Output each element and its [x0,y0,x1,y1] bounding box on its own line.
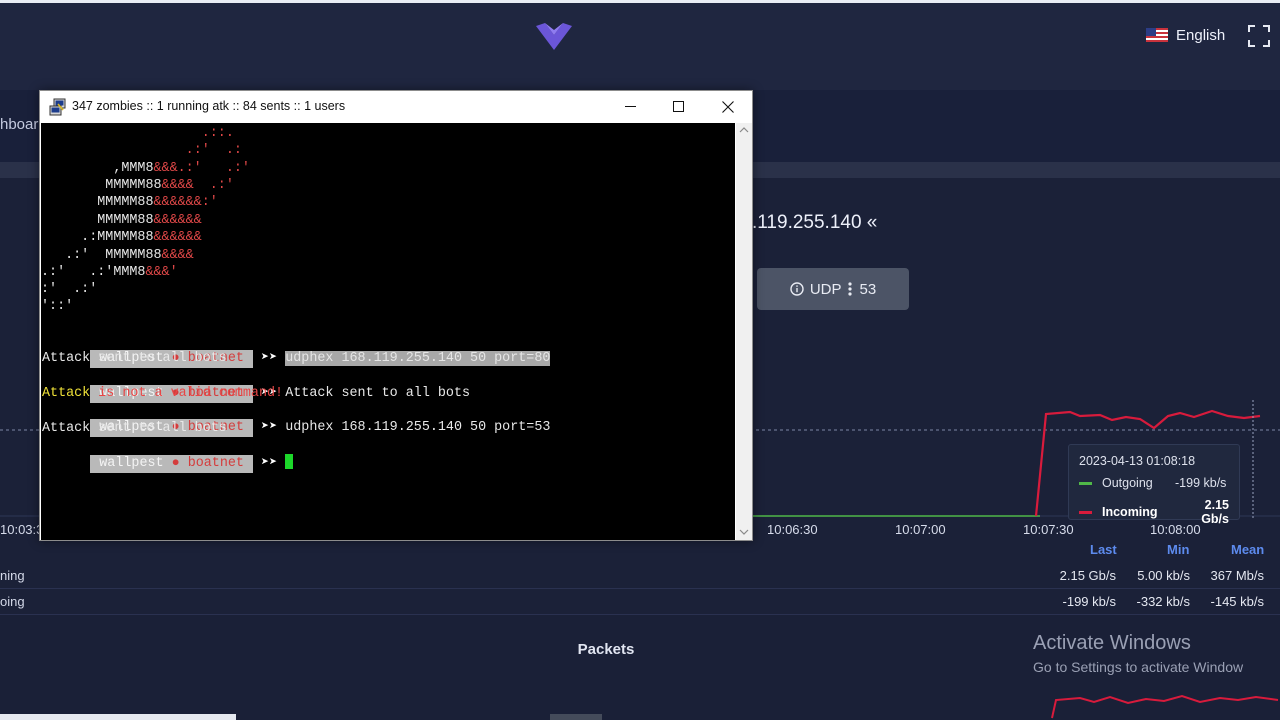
kebab-icon [848,282,853,296]
ascii-art-line: .:' MMMMM88&&&& [41,248,194,263]
command-line: wallpest ● boatnet ➤➤ Attack sent to all… [42,368,470,403]
watermark-subtitle: Go to Settings to activate Window [1033,659,1244,675]
outgoing-swatch [1079,481,1092,485]
ascii-art-line: MMMMM88&&&&&&:' [41,195,218,210]
logo-icon [536,23,572,50]
close-button[interactable] [705,91,751,122]
x-tick: 10:03:3 [0,522,44,537]
tooltip-time: 2023-04-13 01:08:18 [1079,454,1196,468]
putty-icon [49,98,66,116]
minimize-button[interactable] [607,91,653,122]
watermark-title: Activate Windows [1033,632,1191,654]
terminal-title: 347 zombies :: 1 running atk :: 84 sents… [72,99,346,113]
packets-chart [1051,694,1279,719]
method-badge: UDP 53 [757,268,909,310]
stats-header-min[interactable]: Min [1167,542,1189,557]
ascii-art-line: .:' .: [185,143,242,158]
chart-tooltip: 2023-04-13 01:08:18 Outgoing -199 kb/s I… [1068,444,1240,526]
attack-target: .119.255.140 « [752,212,878,233]
stats-min: -332 kb/s [1136,594,1190,609]
language-selector[interactable]: English [1146,24,1225,46]
x-tick: 10:06:30 [767,522,818,537]
maximize-icon [672,101,684,112]
ascii-art-line: '::' [41,299,74,314]
bottom-strip [0,714,236,720]
stats-mean: -145 kb/s [1210,594,1264,609]
command-line: wallpest ● boatnet ➤➤ udphex 168.119.255… [42,402,550,437]
ascii-art-line: MMMMM88&&&& .:' [41,178,234,193]
error-line: Attack is not a valid command! [42,386,284,401]
tooltip-outgoing: Outgoing -199 kb/s [1079,476,1229,490]
stats-mean: 367 Mb/s [1210,568,1264,583]
prompt-badge: wallpest ● boatnet [90,455,253,473]
prompt-chevron-icon: ➤➤ [261,456,278,472]
outgoing-label: Outgoing [1102,476,1153,490]
windows-activation-watermark: Activate Windows Go to Settings to activ… [1033,632,1243,675]
output-line: Attack sent to all bots [42,351,227,366]
stats-header-last[interactable]: Last [1090,542,1117,557]
ascii-art-line: .::. [201,126,234,141]
ascii-art-line: MMMMM88&&&&&& [41,213,202,228]
info-icon [790,282,804,296]
incoming-value: 2.15 Gb/s [1201,498,1229,526]
incoming-label: Incoming [1102,505,1158,519]
stats-min: 5.00 kb/s [1137,568,1190,583]
output-line: Attack sent to all bots [42,421,227,436]
incoming-swatch [1079,510,1092,514]
minimize-icon [624,106,636,107]
x-tick: 10:07:00 [895,522,946,537]
fullscreen-icon[interactable] [1248,25,1270,47]
ascii-art-line: .:' .:'MMM8&&&' [41,265,178,280]
top-header [0,0,1280,90]
x-tick: 10:07:30 [1023,522,1074,537]
us-flag-icon [1146,28,1168,42]
prompt-chevron-icon: ➤➤ [261,420,278,436]
command-text: Attack sent to all bots [285,386,471,402]
port-value: 53 [859,280,877,298]
terminal-titlebar[interactable]: 347 zombies :: 1 running atk :: 84 sents… [40,91,752,123]
packets-title: Packets [577,641,635,658]
command-line: wallpest ● boatnet ➤➤ udphex 168.119.255… [42,333,551,368]
prompt-chevron-icon: ➤➤ [261,351,278,367]
stats-row-outgoing[interactable]: oing -199 kb/s -332 kb/s -145 kb/s [0,589,1280,615]
active-prompt[interactable]: wallpest ● boatnet ➤➤ [42,437,294,473]
close-icon [722,100,734,113]
scroll-up-icon[interactable] [739,127,749,133]
outgoing-value: -199 kb/s [1175,476,1227,490]
stats-header-mean[interactable]: Mean [1231,542,1264,557]
stats-last: -199 kb/s [1062,594,1116,609]
terminal-console[interactable]: .::. .:' .: ,MMM8&&&.:' .:' MMMMM88&&&& … [41,123,735,540]
command-text: udphex 168.119.255.140 50 port=80 [285,351,551,367]
terminal-scrollbar[interactable] [736,123,752,540]
scroll-down-icon[interactable] [739,529,749,535]
stats-label: oing [0,594,25,609]
method-label: UDP [809,280,842,298]
maximize-button[interactable] [655,91,701,122]
stats-label: ning [0,568,25,583]
language-label: English [1176,26,1226,44]
ascii-art-line: .:MMMMM88&&&&&& [41,230,202,245]
ascii-art-line: :' .:' [41,282,98,297]
stats-last: 2.15 Gb/s [1059,568,1116,583]
tooltip-incoming: Incoming 2.15 Gb/s [1079,498,1229,526]
ascii-art-line: ,MMM8&&&.:' .:' [41,161,250,176]
command-text: udphex 168.119.255.140 50 port=53 [285,420,551,436]
stats-row-incoming[interactable]: ning 2.15 Gb/s 5.00 kb/s 367 Mb/s [0,563,1280,589]
terminal-window[interactable]: 347 zombies :: 1 running atk :: 84 sents… [39,90,753,541]
text-cursor[interactable] [285,454,294,470]
scroll-thumb[interactable] [550,714,602,720]
